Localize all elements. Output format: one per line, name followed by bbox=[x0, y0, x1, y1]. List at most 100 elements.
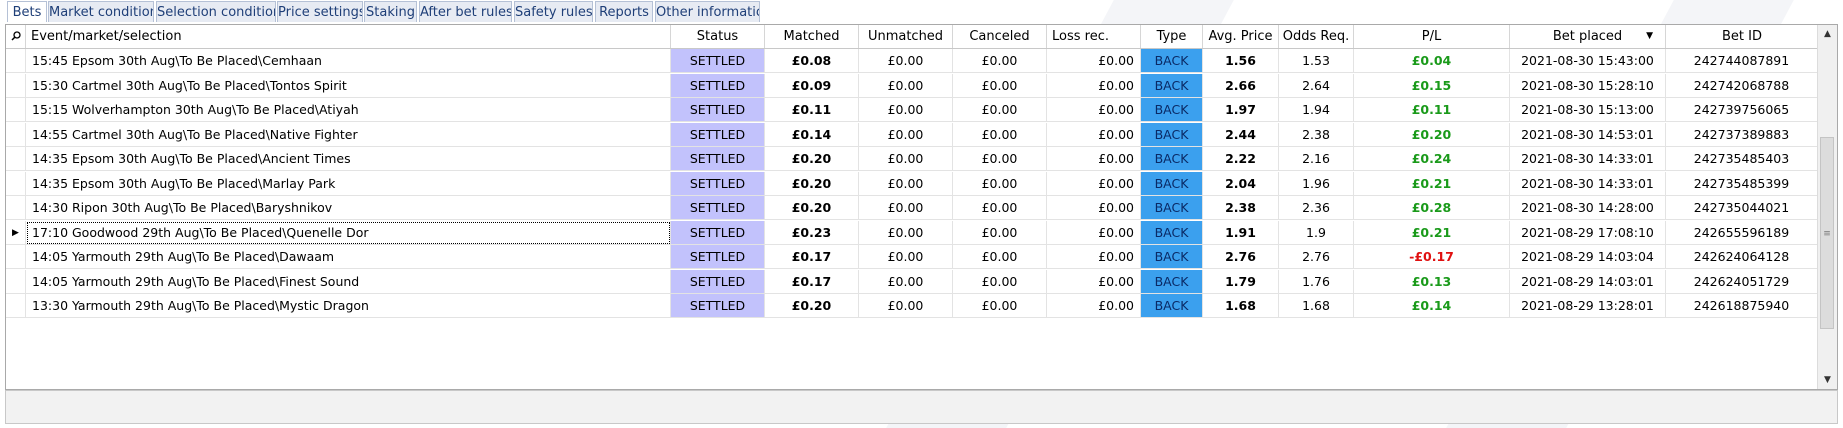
tab-reports[interactable]: Reports bbox=[595, 1, 653, 22]
cell-pl: £0.13 bbox=[1354, 269, 1510, 294]
row-selector[interactable] bbox=[6, 171, 26, 196]
cell-type: BACK bbox=[1141, 220, 1203, 245]
cell-unmatched: £0.00 bbox=[859, 220, 953, 245]
cell-odds-req: 2.36 bbox=[1279, 196, 1354, 220]
table-row[interactable]: 15:30 Cartmel 30th Aug\To Be Placed\Tont… bbox=[6, 73, 1818, 98]
cell-matched: £0.23 bbox=[765, 220, 859, 245]
cell-status: SETTLED bbox=[671, 196, 765, 220]
column-header-bet-id[interactable]: Bet ID bbox=[1666, 25, 1818, 48]
column-header-unmatched[interactable]: Unmatched bbox=[859, 25, 953, 48]
row-selector[interactable] bbox=[6, 245, 26, 269]
cell-matched: £0.08 bbox=[765, 49, 859, 73]
table-row[interactable]: ▶ 17:10 Goodwood 29th Aug\To Be Placed\Qu… bbox=[6, 220, 1818, 245]
cell-status: SETTLED bbox=[671, 147, 765, 171]
cell-avg-price: 1.91 bbox=[1203, 220, 1279, 245]
bets-grid[interactable]: Event/market/selection Status Matched Un… bbox=[5, 24, 1838, 390]
cell-bet-id: 242742068788 bbox=[1666, 73, 1818, 98]
row-selector[interactable] bbox=[6, 49, 26, 73]
tab-selection-conditions[interactable]: Selection conditions bbox=[156, 1, 276, 22]
column-header-event[interactable]: Event/market/selection bbox=[26, 25, 671, 48]
column-header-matched[interactable]: Matched bbox=[765, 25, 859, 48]
cell-loss-rec: £0.00 bbox=[1047, 196, 1141, 220]
cell-status: SETTLED bbox=[671, 49, 765, 73]
cell-pl: £0.04 bbox=[1354, 49, 1510, 73]
cell-avg-price: 1.68 bbox=[1203, 294, 1279, 318]
cell-bet-id: 242739756065 bbox=[1666, 98, 1818, 122]
cell-bet-id: 242744087891 bbox=[1666, 49, 1818, 73]
cell-matched: £0.17 bbox=[765, 269, 859, 294]
cell-odds-req: 2.38 bbox=[1279, 122, 1354, 147]
table-row[interactable]: 15:15 Wolverhampton 30th Aug\To Be Place… bbox=[6, 98, 1818, 122]
row-selector[interactable] bbox=[6, 73, 26, 98]
status-footer bbox=[5, 390, 1838, 424]
column-header-type[interactable]: Type bbox=[1141, 25, 1203, 48]
cell-avg-price: 1.56 bbox=[1203, 49, 1279, 73]
cell-canceled: £0.00 bbox=[953, 294, 1047, 318]
tab-market-conditions[interactable]: Market conditions bbox=[48, 1, 154, 22]
table-row[interactable]: 14:35 Epsom 30th Aug\To Be Placed\Marlay… bbox=[6, 171, 1818, 196]
tab-bets[interactable]: Bets bbox=[7, 1, 47, 22]
column-header-avg-price[interactable]: Avg. Price bbox=[1203, 25, 1279, 48]
cell-status: SETTLED bbox=[671, 245, 765, 269]
vertical-scrollbar[interactable]: ▲ ≡ ▼ bbox=[1817, 25, 1837, 389]
cell-event: 13:30 Yarmouth 29th Aug\To Be Placed\Mys… bbox=[26, 294, 671, 318]
column-header-canceled[interactable]: Canceled bbox=[953, 25, 1047, 48]
row-selector[interactable] bbox=[6, 196, 26, 220]
cell-unmatched: £0.00 bbox=[859, 196, 953, 220]
row-selector[interactable] bbox=[6, 269, 26, 294]
tab-safety-rules[interactable]: Safety rules bbox=[514, 1, 593, 22]
tab-price-settings[interactable]: Price settings bbox=[277, 1, 363, 22]
cell-canceled: £0.00 bbox=[953, 122, 1047, 147]
cell-odds-req: 1.96 bbox=[1279, 171, 1354, 196]
column-header-pl[interactable]: P/L bbox=[1354, 25, 1510, 48]
cell-avg-price: 2.66 bbox=[1203, 73, 1279, 98]
cell-status: SETTLED bbox=[671, 73, 765, 98]
row-selector[interactable] bbox=[6, 294, 26, 318]
table-row[interactable]: 14:55 Cartmel 30th Aug\To Be Placed\Nati… bbox=[6, 122, 1818, 147]
grid-header: Event/market/selection Status Matched Un… bbox=[6, 25, 1818, 49]
cell-odds-req: 2.16 bbox=[1279, 147, 1354, 171]
cell-type: BACK bbox=[1141, 98, 1203, 122]
scroll-up-icon[interactable]: ▲ bbox=[1818, 25, 1837, 43]
cell-event: 14:05 Yarmouth 29th Aug\To Be Placed\Daw… bbox=[26, 245, 671, 269]
current-row-indicator-icon[interactable]: ▶ bbox=[6, 220, 26, 245]
column-header-status[interactable]: Status bbox=[671, 25, 765, 48]
cell-unmatched: £0.00 bbox=[859, 269, 953, 294]
column-header-odds-req[interactable]: Odds Req. bbox=[1279, 25, 1354, 48]
row-selector[interactable] bbox=[6, 147, 26, 171]
table-row[interactable]: 14:35 Epsom 30th Aug\To Be Placed\Ancien… bbox=[6, 147, 1818, 171]
column-header-loss-rec[interactable]: Loss rec. bbox=[1047, 25, 1141, 48]
table-row[interactable]: 14:05 Yarmouth 29th Aug\To Be Placed\Daw… bbox=[6, 245, 1818, 269]
cell-odds-req: 1.9 bbox=[1279, 220, 1354, 245]
scroll-down-icon[interactable]: ▼ bbox=[1818, 371, 1837, 389]
cell-pl: £0.28 bbox=[1354, 196, 1510, 220]
cell-event: 15:45 Epsom 30th Aug\To Be Placed\Cemhaa… bbox=[26, 49, 671, 73]
tab-other-information[interactable]: Other information bbox=[655, 1, 760, 22]
table-row[interactable]: 13:30 Yarmouth 29th Aug\To Be Placed\Mys… bbox=[6, 294, 1818, 318]
cell-avg-price: 2.76 bbox=[1203, 245, 1279, 269]
column-header-bet-placed[interactable]: Bet placed ▼ bbox=[1510, 25, 1666, 48]
tab-staking[interactable]: Staking bbox=[364, 1, 417, 22]
cell-bet-placed: 2021-08-30 15:13:00 bbox=[1510, 98, 1666, 122]
cell-event: 15:15 Wolverhampton 30th Aug\To Be Place… bbox=[26, 98, 671, 122]
row-selector[interactable] bbox=[6, 98, 26, 122]
magnifier-icon[interactable] bbox=[6, 25, 26, 48]
cell-loss-rec: £0.00 bbox=[1047, 147, 1141, 171]
cell-type: BACK bbox=[1141, 245, 1203, 269]
table-row[interactable]: 15:45 Epsom 30th Aug\To Be Placed\Cemhaa… bbox=[6, 49, 1818, 73]
cell-bet-id: 242737389883 bbox=[1666, 122, 1818, 147]
cell-loss-rec: £0.00 bbox=[1047, 245, 1141, 269]
cell-loss-rec: £0.00 bbox=[1047, 73, 1141, 98]
cell-odds-req: 1.76 bbox=[1279, 269, 1354, 294]
cell-unmatched: £0.00 bbox=[859, 73, 953, 98]
sort-descending-icon: ▼ bbox=[1646, 31, 1653, 41]
cell-pl: £0.21 bbox=[1354, 171, 1510, 196]
scrollbar-thumb[interactable]: ≡ bbox=[1820, 137, 1834, 329]
table-row[interactable]: 14:30 Ripon 30th Aug\To Be Placed\Barysh… bbox=[6, 196, 1818, 220]
tab-after-bet-rules[interactable]: After bet rules bbox=[419, 1, 512, 22]
table-row[interactable]: 14:05 Yarmouth 29th Aug\To Be Placed\Fin… bbox=[6, 269, 1818, 294]
cell-avg-price: 2.38 bbox=[1203, 196, 1279, 220]
cell-pl: £0.20 bbox=[1354, 122, 1510, 147]
cell-type: BACK bbox=[1141, 122, 1203, 147]
row-selector[interactable] bbox=[6, 122, 26, 147]
